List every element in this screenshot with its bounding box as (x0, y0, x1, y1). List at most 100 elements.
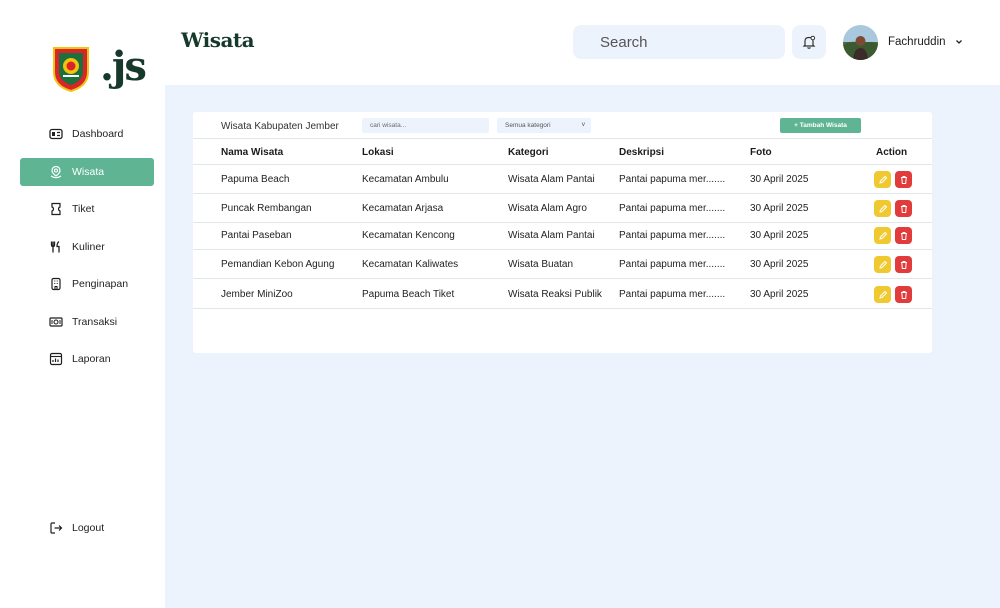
cell-kategori: Wisata Buatan (508, 259, 574, 270)
add-wisata-button[interactable]: + Tambah Wisata (780, 118, 861, 133)
cell-nama: Puncak Rembangan (221, 203, 312, 214)
sidebar: .js Dashboard Wisata Tiket Kuliner Pengi… (0, 0, 165, 608)
dashboard-icon (49, 128, 63, 140)
category-select[interactable]: Semua kategori v (497, 118, 591, 133)
sidebar-item-penginapan[interactable]: Penginapan (20, 270, 154, 298)
sidebar-item-label: Wisata (72, 165, 105, 178)
trash-icon (900, 175, 907, 184)
column-header-nama: Nama Wisata (221, 147, 284, 158)
cell-nama: Jember MiniZoo (221, 289, 293, 300)
trash-icon (900, 204, 907, 213)
cell-lokasi: Kecamatan Arjasa (362, 203, 444, 214)
sidebar-item-wisata[interactable]: Wisata (20, 157, 154, 186)
logout-button[interactable]: Logout (20, 514, 154, 542)
column-header-deskripsi: Deskripsi (619, 147, 665, 158)
chevron-down-icon[interactable] (955, 38, 963, 46)
cell-kategori: Wisata Alam Agro (508, 203, 587, 214)
edit-button[interactable] (874, 227, 891, 244)
sidebar-item-label: Laporan (72, 353, 111, 365)
bell-icon (802, 35, 816, 49)
building-icon (51, 277, 61, 291)
sidebar-item-transaksi[interactable]: Transaksi (20, 308, 154, 336)
edit-button[interactable] (874, 256, 891, 273)
edit-button[interactable] (874, 286, 891, 303)
sidebar-item-label: Kuliner (72, 240, 105, 253)
chevron-down-icon: v (581, 121, 585, 128)
delete-button[interactable] (895, 227, 912, 244)
js-logo: .js (100, 43, 147, 90)
edit-button[interactable] (874, 171, 891, 188)
table-row: Pemandian Kebon Agung Kecamatan Kaliwate… (193, 250, 932, 279)
pencil-icon (878, 175, 887, 184)
table-row: Papuma Beach Kecamatan Ambulu Wisata Ala… (193, 165, 932, 194)
location-pin-icon (50, 165, 62, 178)
cell-foto: 30 April 2025 (750, 230, 809, 241)
pencil-icon (878, 204, 887, 213)
user-name[interactable]: Fachruddin (888, 36, 946, 48)
cell-nama: Pantai Paseban (221, 230, 292, 241)
cell-nama: Pemandian Kebon Agung (221, 259, 335, 270)
table-row: Jember MiniZoo Papuma Beach Tiket Wisata… (193, 280, 932, 309)
trash-icon (900, 231, 907, 240)
table-row: Pantai Paseban Kecamatan Kencong Wisata … (193, 221, 932, 250)
cell-deskripsi: Pantai papuma mer....... (619, 289, 726, 300)
sidebar-nav: Dashboard Wisata Tiket Kuliner Penginapa… (20, 120, 154, 383)
logout-icon (50, 522, 63, 534)
jember-crest-icon (53, 47, 89, 92)
wisata-card: Wisata Kabupaten Jember Semua kategori v… (193, 112, 932, 353)
table-row: Puncak Rembangan Kecamatan Arjasa Wisata… (193, 194, 932, 223)
sidebar-item-label: Tiket (72, 203, 95, 215)
page-title: Wisata (181, 28, 255, 52)
delete-button[interactable] (895, 286, 912, 303)
trash-icon (900, 290, 907, 299)
sidebar-item-dashboard[interactable]: Dashboard (20, 120, 154, 148)
user-photo (843, 25, 878, 60)
pencil-icon (878, 231, 887, 240)
column-header-action: Action (876, 147, 908, 158)
pencil-icon (878, 260, 887, 269)
avatar[interactable] (843, 25, 878, 60)
cell-kategori: Wisata Alam Pantai (508, 174, 595, 185)
cash-icon (49, 316, 63, 327)
sidebar-item-laporan[interactable]: Laporan (20, 345, 154, 373)
logo: .js (52, 43, 147, 92)
sidebar-item-label: Dashboard (72, 128, 124, 140)
column-header-lokasi: Lokasi (362, 147, 394, 158)
notification-button[interactable] (792, 25, 826, 59)
category-select-value: Semua kategori (505, 122, 551, 129)
cell-lokasi: Papuma Beach Tiket (362, 289, 455, 300)
logout-label: Logout (72, 522, 105, 534)
cell-lokasi: Kecamatan Ambulu (362, 174, 449, 185)
delete-button[interactable] (895, 200, 912, 217)
cell-deskripsi: Pantai papuma mer....... (619, 174, 726, 185)
sidebar-item-label: Penginapan (72, 278, 129, 290)
ticket-icon (51, 202, 61, 216)
cell-kategori: Wisata Reaksi Publik (508, 289, 602, 300)
wisata-search-input[interactable] (362, 118, 489, 133)
delete-button[interactable] (895, 256, 912, 273)
cell-lokasi: Kecamatan Kencong (362, 230, 455, 241)
cell-foto: 30 April 2025 (750, 259, 809, 270)
search-input[interactable] (573, 25, 785, 59)
card-title: Wisata Kabupaten Jember (221, 121, 339, 132)
cell-deskripsi: Pantai papuma mer....... (619, 203, 726, 214)
cell-foto: 30 April 2025 (750, 174, 809, 185)
trash-icon (900, 260, 907, 269)
cell-foto: 30 April 2025 (750, 289, 809, 300)
delete-button[interactable] (895, 171, 912, 188)
sidebar-item-label: Transaksi (72, 315, 118, 328)
edit-button[interactable] (874, 200, 891, 217)
cell-deskripsi: Pantai papuma mer....... (619, 259, 726, 270)
column-header-kategori: Kategori (508, 147, 549, 158)
pencil-icon (878, 290, 887, 299)
utensils-icon (50, 240, 60, 252)
report-icon (49, 352, 63, 366)
column-header-foto: Foto (750, 147, 772, 158)
sidebar-item-kuliner[interactable]: Kuliner (20, 233, 154, 261)
table-header: Nama Wisata Lokasi Kategori Deskripsi Fo… (193, 138, 932, 165)
cell-deskripsi: Pantai papuma mer....... (619, 230, 726, 241)
cell-kategori: Wisata Alam Pantai (508, 230, 595, 241)
cell-lokasi: Kecamatan Kaliwates (362, 259, 459, 270)
cell-nama: Papuma Beach (221, 174, 290, 185)
sidebar-item-tiket[interactable]: Tiket (20, 195, 154, 223)
